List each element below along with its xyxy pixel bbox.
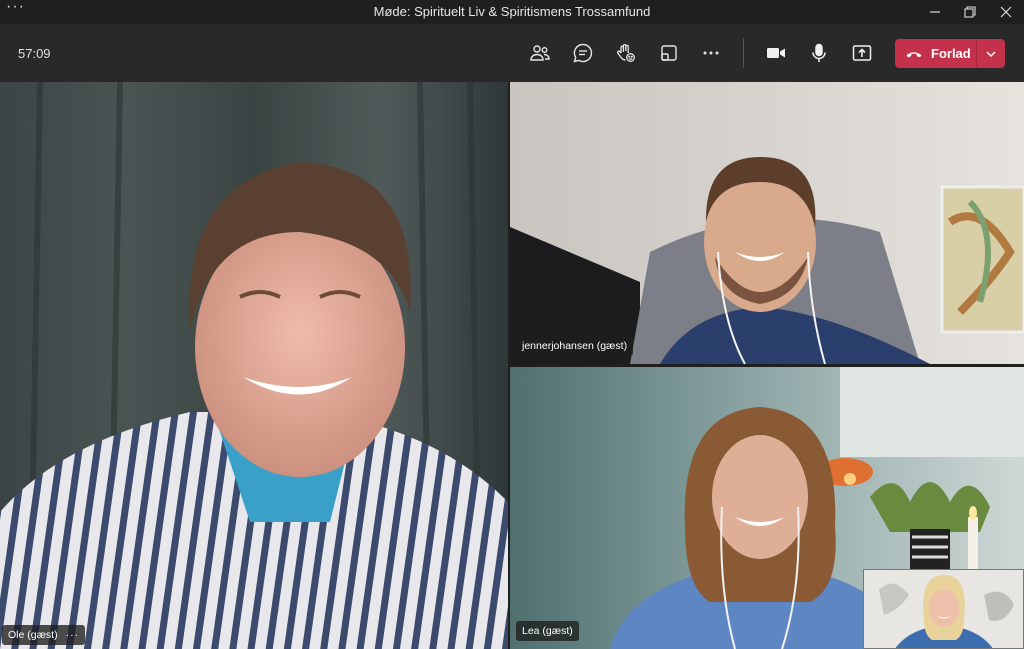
chevron-down-icon	[986, 50, 996, 57]
participant-name-jennerjohansen: jennerjohansen (gæst)	[516, 336, 634, 356]
participant-more-icon[interactable]: ···	[66, 629, 80, 641]
video-feed-self	[864, 570, 1023, 648]
share-button[interactable]	[848, 39, 876, 67]
leave-main[interactable]: Forlad	[895, 39, 976, 68]
microphone-button[interactable]	[805, 39, 833, 67]
participant-name-lea: Lea (gæst)	[516, 621, 579, 641]
camera-icon	[767, 48, 785, 58]
participant-name-ole: Ole (gæst) ···	[2, 625, 86, 645]
chat-button[interactable]	[569, 39, 597, 67]
more-actions-button[interactable]	[697, 39, 725, 67]
leave-options-button[interactable]	[977, 39, 1005, 68]
participant-name-label: Lea (gæst)	[522, 625, 573, 637]
video-feed-jennerjohansen	[510, 82, 1024, 364]
minimize-button[interactable]	[917, 0, 953, 24]
video-tile-jennerjohansen[interactable]: jennerjohansen (gæst)	[510, 82, 1024, 364]
ellipsis-icon	[703, 51, 719, 55]
phone-hangup-icon	[906, 51, 922, 57]
minimize-icon	[930, 11, 940, 13]
close-button[interactable]	[988, 0, 1024, 24]
participant-name-label: Ole (gæst)	[8, 629, 58, 641]
participants-button[interactable]	[526, 39, 554, 67]
raise-hand-icon	[616, 44, 635, 62]
view-button[interactable]	[655, 39, 683, 67]
self-view[interactable]	[863, 569, 1024, 649]
meeting-toolbar: 57:09 Forlad	[0, 24, 1024, 82]
microphone-icon	[812, 43, 826, 62]
leave-label: Forlad	[931, 46, 971, 61]
view-icon	[661, 45, 677, 61]
close-icon	[1000, 6, 1012, 18]
leave-button[interactable]: Forlad	[895, 39, 1005, 68]
participant-name-label: jennerjohansen (gæst)	[522, 340, 628, 352]
video-tile-ole[interactable]: Ole (gæst) ···	[0, 82, 508, 649]
meeting-timer: 57:09	[18, 46, 51, 61]
reactions-button[interactable]	[612, 39, 640, 67]
window-title: Møde: Spirituelt Liv & Spiritismens Tros…	[373, 4, 651, 19]
toolbar-divider	[743, 38, 744, 68]
chat-icon	[573, 43, 593, 63]
restore-icon	[964, 6, 976, 18]
title-bar: ··· Møde: Spirituelt Liv & Spiritismens …	[0, 0, 1024, 24]
camera-button[interactable]	[762, 39, 790, 67]
people-icon	[530, 45, 550, 61]
share-screen-icon	[852, 45, 872, 61]
video-feed-ole	[0, 82, 508, 649]
restore-button[interactable]	[952, 0, 988, 24]
